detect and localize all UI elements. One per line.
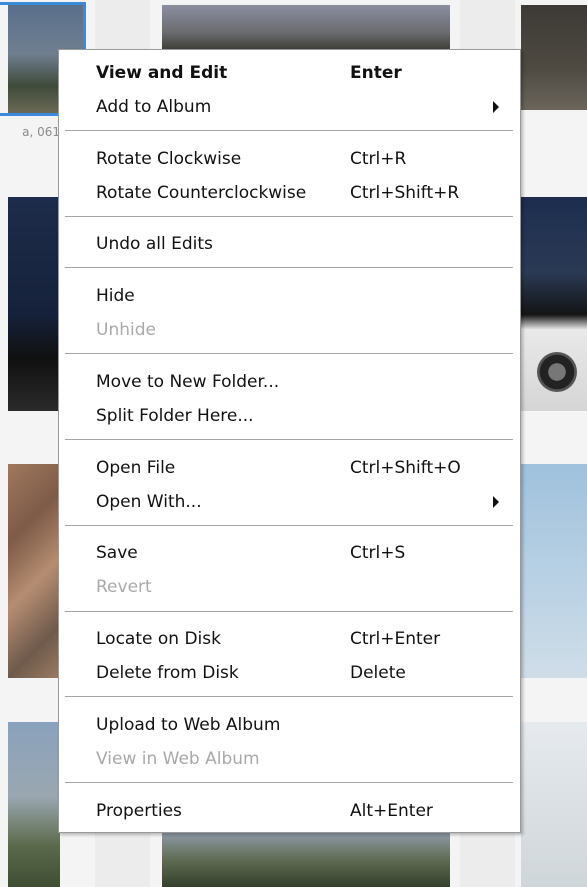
menu-item-delete-from-disk[interactable]: Delete from Disk Delete: [59, 656, 520, 690]
photo-thumbnail[interactable]: [8, 722, 60, 887]
menu-separator: [65, 439, 513, 441]
menu-item-upload-to-web-album[interactable]: Upload to Web Album: [59, 708, 520, 742]
menu-item-unhide[interactable]: Unhide: [59, 313, 520, 347]
photo-thumbnail[interactable]: [521, 464, 587, 678]
menu-item-open-with[interactable]: Open With...: [59, 485, 520, 519]
menu-separator: [65, 267, 513, 269]
menu-separator: [65, 353, 513, 355]
menu-item-open-file[interactable]: Open File Ctrl+Shift+O: [59, 451, 520, 485]
menu-separator: [65, 525, 513, 527]
menu-item-undo-all-edits[interactable]: Undo all Edits: [59, 227, 520, 261]
menu-item-move-to-new-folder[interactable]: Move to New Folder...: [59, 365, 520, 399]
submenu-arrow-icon: [493, 496, 499, 508]
photo-thumbnail[interactable]: [8, 197, 60, 411]
menu-item-properties[interactable]: Properties Alt+Enter: [59, 794, 520, 828]
submenu-arrow-icon: [493, 101, 499, 113]
context-menu: View and Edit Enter Add to Album Rotate …: [58, 49, 521, 833]
photo-thumbnail[interactable]: [521, 722, 587, 887]
menu-separator: [65, 130, 513, 132]
menu-separator: [65, 782, 513, 784]
menu-item-locate-on-disk[interactable]: Locate on Disk Ctrl+Enter: [59, 622, 520, 656]
menu-item-hide[interactable]: Hide: [59, 279, 520, 313]
menu-separator: [65, 611, 513, 613]
car-wheel: [537, 352, 577, 392]
menu-item-rotate-counterclockwise[interactable]: Rotate Counterclockwise Ctrl+Shift+R: [59, 176, 520, 210]
photo-thumbnail[interactable]: [162, 833, 450, 887]
menu-item-revert[interactable]: Revert: [59, 570, 520, 604]
photo-thumbnail[interactable]: [8, 464, 60, 678]
menu-item-save[interactable]: Save Ctrl+S: [59, 536, 520, 570]
menu-item-view-in-web-album[interactable]: View in Web Album: [59, 742, 520, 776]
photo-thumbnail[interactable]: [521, 5, 587, 110]
photo-thumbnail[interactable]: [162, 5, 450, 50]
menu-item-rotate-clockwise[interactable]: Rotate Clockwise Ctrl+R: [59, 142, 520, 176]
menu-separator: [65, 696, 513, 698]
menu-item-view-and-edit[interactable]: View and Edit Enter: [59, 56, 520, 90]
photo-caption: a, 061: [22, 125, 60, 139]
menu-item-split-folder-here[interactable]: Split Folder Here...: [59, 399, 520, 433]
menu-item-add-to-album[interactable]: Add to Album: [59, 90, 520, 124]
menu-separator: [65, 216, 513, 218]
